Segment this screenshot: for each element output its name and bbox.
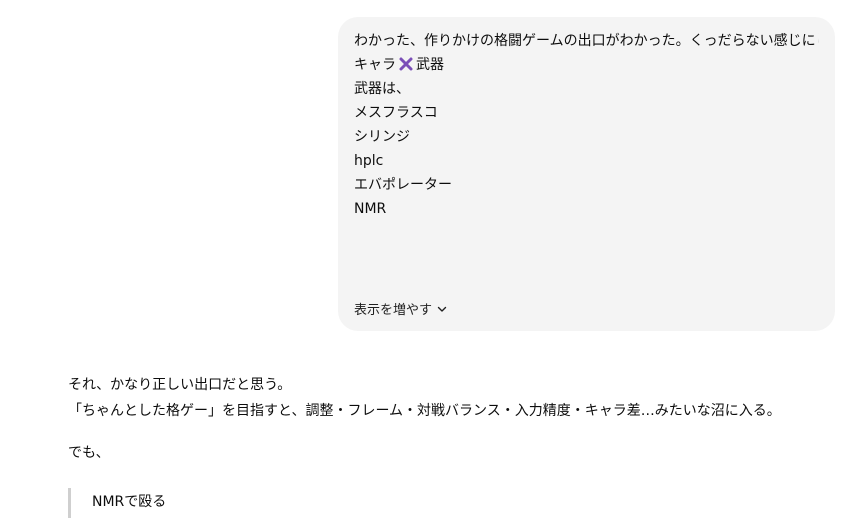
assistant-line: でも、: [68, 445, 110, 461]
show-more-button[interactable]: 表示を増やす: [354, 299, 448, 318]
chevron-down-icon: [437, 306, 447, 312]
user-message-line: hplc: [354, 153, 384, 169]
user-message-line: メスフラスコ: [354, 105, 438, 121]
show-more-label: 表示を増やす: [354, 303, 433, 318]
assistant-line: 「ちゃんとした格ゲー」を目指すと、調整・フレーム・対戦バランス・入力精度・キャラ…: [68, 403, 781, 419]
user-message-line: エバポレーター: [354, 177, 452, 193]
user-message-bubble: わかった、作りかけの格闘ゲームの出口がわかった。くっだらない感じにしよう。 キャ…: [338, 17, 835, 331]
collapse-fade: [354, 223, 819, 287]
user-message-content: わかった、作りかけの格闘ゲームの出口がわかった。くっだらない感じにしよう。 キャ…: [354, 29, 819, 287]
cross-mark-icon: [399, 57, 413, 71]
user-message-line: シリンジ: [354, 129, 410, 145]
blockquote: NMRで殴る: [68, 488, 166, 518]
user-message-line: わかった、作りかけの格闘ゲームの出口がわかった。くっだらない感じにしよう。: [354, 33, 819, 49]
user-message-line: 武器は、: [354, 81, 410, 97]
assistant-line: それ、かなり正しい出口だと思う。: [68, 377, 292, 393]
blockquote-text: NMRで殴る: [92, 494, 167, 510]
assistant-message: それ、かなり正しい出口だと思う。 「ちゃんとした格ゲー」を目指すと、調整・フレー…: [68, 372, 828, 466]
user-message-line: NMR: [354, 201, 387, 217]
user-message-line: キャラ 武器: [354, 57, 444, 73]
